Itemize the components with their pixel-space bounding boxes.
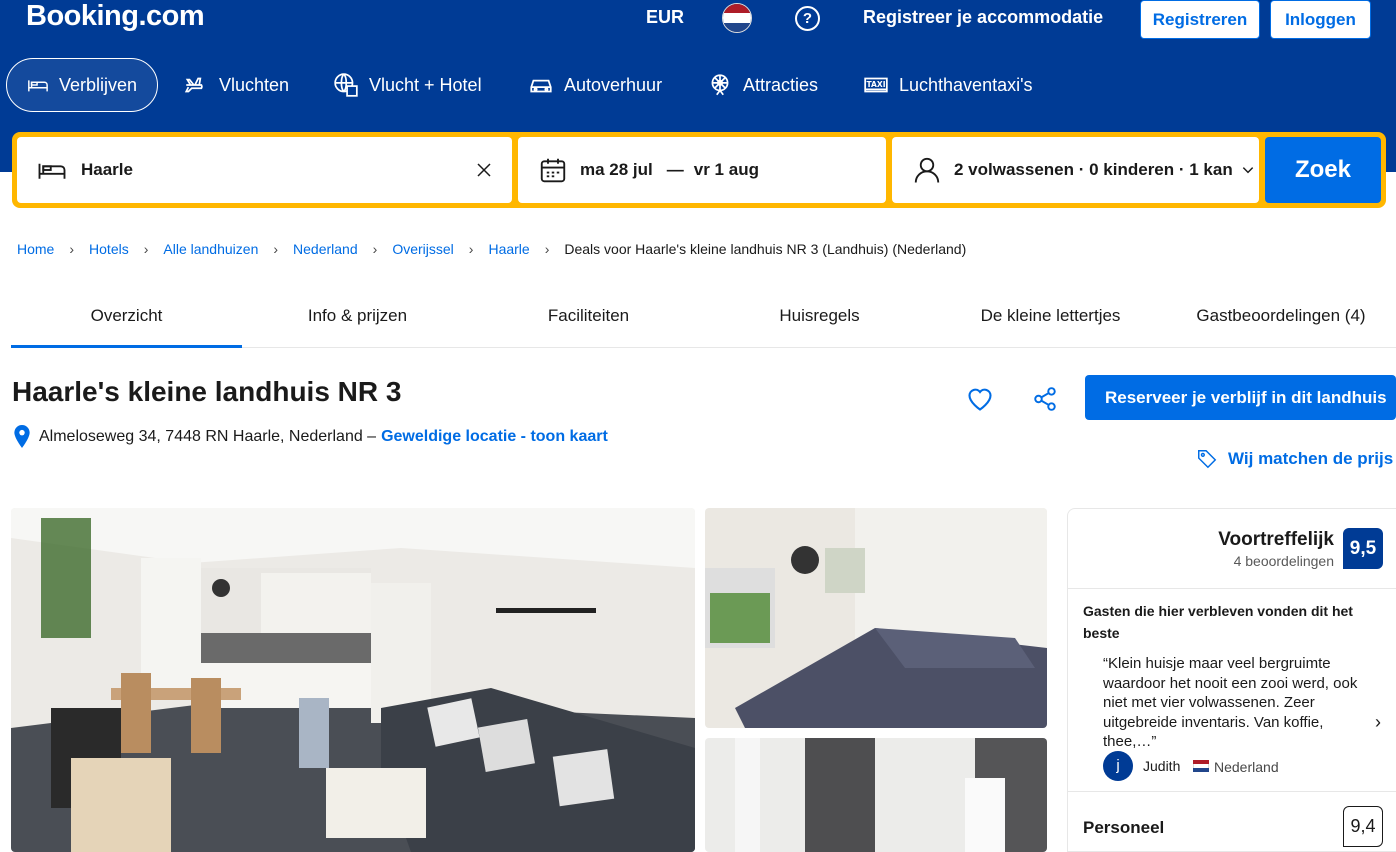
search-button[interactable]: Zoek [1265,137,1381,203]
bathroom-image [705,738,1047,852]
nav-label: Luchthaventaxi's [899,74,1033,95]
globe-plane-icon [334,73,358,97]
address-text: Almeloseweg 34, 7448 RN Haarle, Nederlan… [39,428,377,445]
tab-faciliteiten[interactable]: Faciliteiten [473,288,704,348]
car-icon [530,79,552,93]
guests-field[interactable]: 2 volwassenen · 0 kinderen · 1 kan [892,137,1259,203]
register-button[interactable]: Registreren [1140,0,1260,39]
tab-overzicht[interactable]: Overzicht [11,288,242,348]
nav-label: Vlucht + Hotel [369,74,482,95]
staff-label: Personeel [1083,818,1165,837]
tab-huisregels[interactable]: Huisregels [704,288,935,348]
show-map-link[interactable]: Geweldige locatie - toon kaart [381,428,608,446]
nav-attracties[interactable]: Attracties [687,58,838,112]
tab-kleine-lettertjes[interactable]: De kleine lettertjes [935,288,1166,348]
calendar-icon [540,158,566,183]
price-match-label: Wij matchen de prijs [1228,449,1394,468]
login-button[interactable]: Inloggen [1270,0,1371,39]
divider [1068,791,1396,792]
reviewer-name: Judith [1143,758,1181,774]
living-room-image [11,508,695,852]
nav-vluchten[interactable]: Vluchten [163,58,309,112]
language-flag-icon[interactable] [722,3,752,33]
breadcrumb-home[interactable]: Home [17,241,54,257]
breadcrumb-overijssel[interactable]: Overijssel [392,241,453,257]
guests-summary: 2 volwassenen · 0 kinderen · 1 kan [954,160,1233,179]
review-score-badge: 9,5 [1343,528,1383,569]
svg-text:TAXI: TAXI [866,80,885,89]
checkin-date: ma 28 jul [580,160,653,179]
staff-score-badge: 9,4 [1343,806,1383,847]
chevron-right-icon: › [544,241,550,257]
dates-field[interactable]: ma 28 jul — vr 1 aug [518,137,886,203]
bedroom-image [705,508,1047,728]
bed-icon [38,163,66,179]
clear-icon[interactable] [475,161,493,179]
chevron-right-icon: › [468,241,474,257]
destination-input[interactable]: Haarle [81,160,133,180]
breadcrumb-landhuizen[interactable]: Alle landhuizen [163,241,258,257]
price-tag-icon [1198,450,1217,469]
chevron-right-icon: › [273,241,279,257]
share-icon [1034,387,1056,411]
breadcrumb-current: Deals voor Haarle's kleine landhuis NR 3… [564,241,967,257]
review-quote[interactable]: “Klein huisje maar veel bergruimte waard… [1103,654,1361,752]
divider [1068,588,1396,589]
chevron-right-icon: › [143,241,149,257]
bed-icon [28,80,48,92]
taxi-icon: TAXI [864,77,888,93]
date-separator: — [666,160,684,179]
chevron-right-icon: › [69,241,75,257]
photo-bedroom[interactable] [705,508,1047,728]
checkout-date: vr 1 aug [693,160,759,179]
nav-luchthaventaxis[interactable]: TAXI Luchthaventaxi's [843,58,1053,112]
next-review-chevron-icon[interactable]: › [1375,712,1381,733]
review-count[interactable]: 4 beoordelingen [1234,553,1334,569]
nav-vlucht-hotel[interactable]: Vlucht + Hotel [313,58,502,112]
main-photo-living-room[interactable] [11,508,695,852]
review-summary-card: Voortreffelijk 4 beoordelingen 9,5 Gaste… [1067,508,1396,852]
search-bar: Haarle ma 28 jul — vr 1 aug 2 volwassene… [12,132,1386,208]
tab-info-prijzen[interactable]: Info & prijzen [242,288,473,348]
property-address: Almeloseweg 34, 7448 RN Haarle, Nederlan… [13,425,608,449]
heart-icon [968,388,992,411]
attraction-icon [711,74,729,96]
register-property-link[interactable]: Registreer je accommodatie [863,7,1103,28]
breadcrumb-hotels[interactable]: Hotels [89,241,129,257]
reviewer-avatar: j [1103,751,1133,781]
nav-autoverhuur[interactable]: Autoverhuur [508,58,682,112]
netherlands-flag-icon [1193,760,1209,772]
property-tabs: Overzicht Info & prijzen Faciliteiten Hu… [11,288,1396,348]
currency-selector[interactable]: EUR [646,7,684,28]
destination-field[interactable]: Haarle [17,137,512,203]
location-pin-icon [14,425,30,448]
breadcrumb-haarle[interactable]: Haarle [488,241,529,257]
nav-label: Verblijven [58,74,137,95]
best-liked-heading: Gasten die hier verbleven vonden dit het… [1083,603,1353,641]
favorite-button[interactable] [963,382,997,416]
chevron-down-icon [1242,167,1253,174]
photo-bathroom[interactable] [705,738,1047,852]
chevron-right-icon: › [372,241,378,257]
nav-verblijven[interactable]: Verblijven [6,58,158,112]
property-title: Haarle's kleine landhuis NR 3 [12,376,402,407]
rating-word: Voortreffelijk [1218,529,1334,550]
person-icon [914,157,940,183]
reserve-button[interactable]: Reserveer je verblijf in dit landhuis [1085,375,1396,420]
price-match-link[interactable]: Wij matchen de prijs [1196,448,1393,470]
share-button[interactable] [1028,382,1062,416]
nav-label: Autoverhuur [564,74,663,95]
plane-icon [184,77,203,93]
booking-logo[interactable]: Booking.com [26,0,205,33]
reviewer-country: Nederland [1214,759,1279,775]
tab-gastbeoordelingen[interactable]: Gastbeoordelingen (4) [1166,288,1396,348]
nav-label: Vluchten [219,74,290,95]
nav-label: Attracties [743,74,819,95]
help-icon[interactable]: ? [795,6,820,31]
breadcrumb-nederland[interactable]: Nederland [293,241,358,257]
breadcrumb: Home › Hotels › Alle landhuizen › Nederland… [17,241,966,257]
